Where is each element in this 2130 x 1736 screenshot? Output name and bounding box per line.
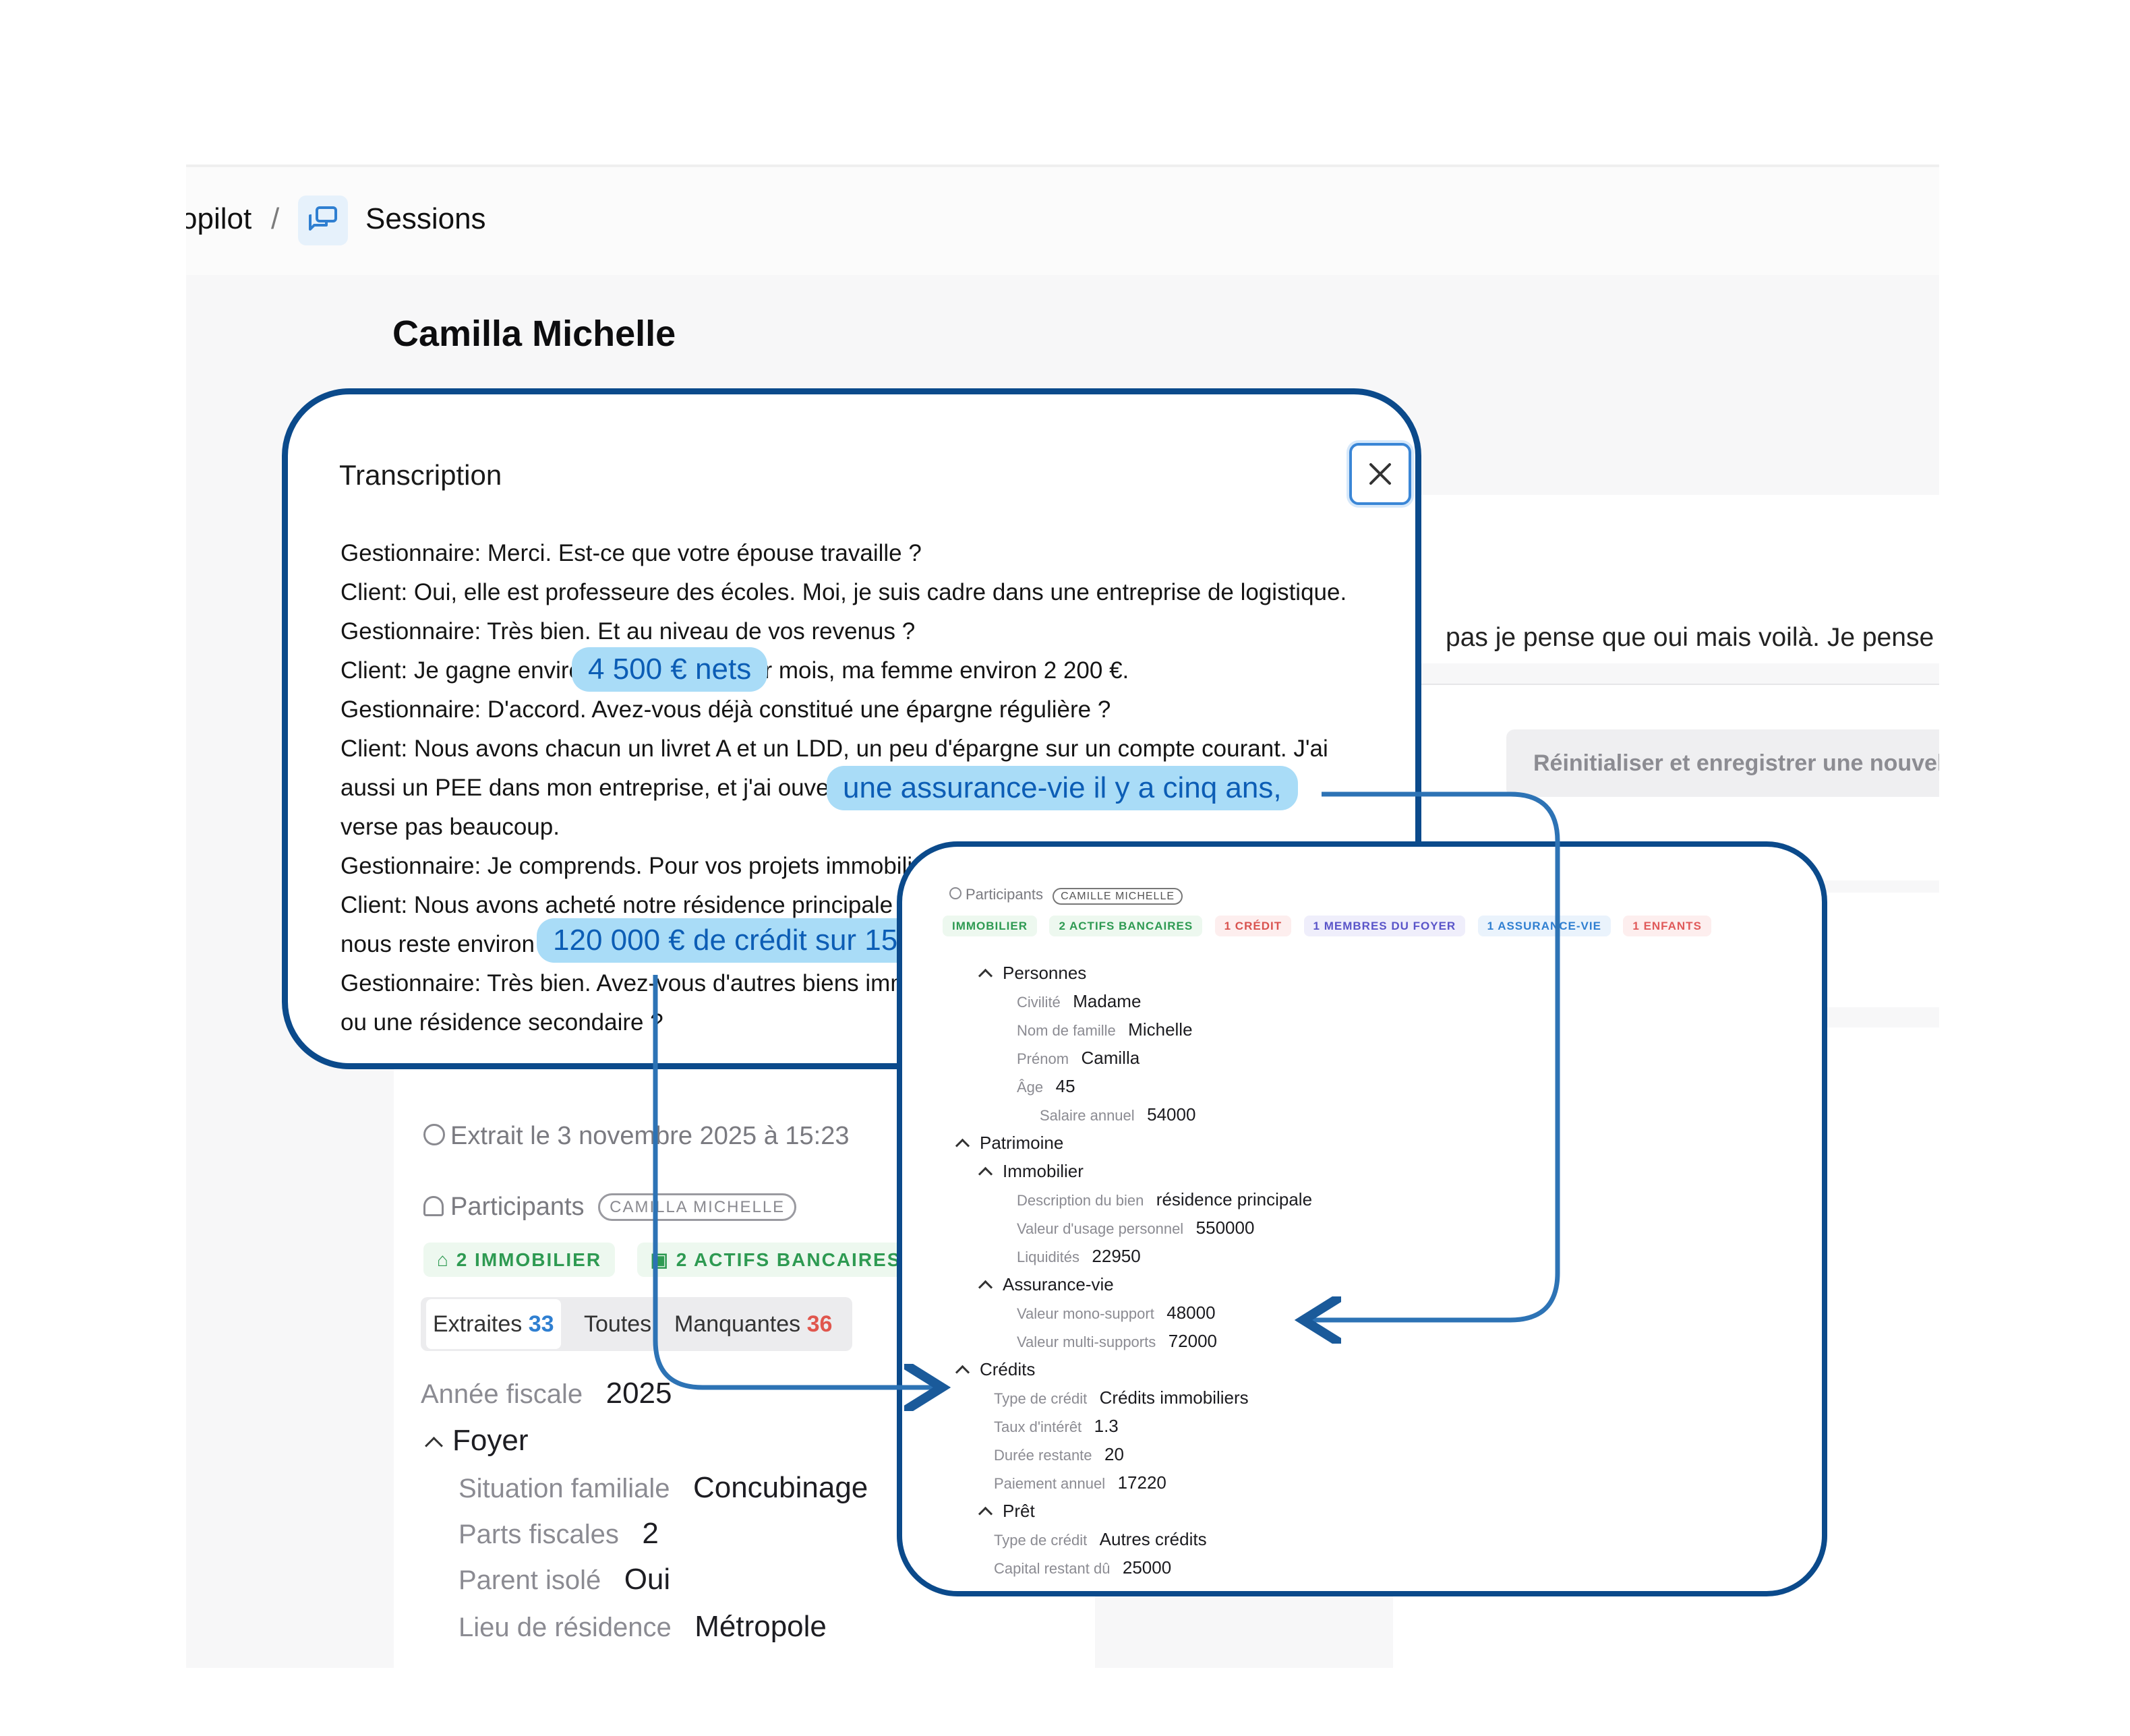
arrow-credit [653, 975, 937, 1387]
connector-arrows [653, 791, 1560, 1736]
arrow-life-insurance [1308, 791, 1560, 1320]
